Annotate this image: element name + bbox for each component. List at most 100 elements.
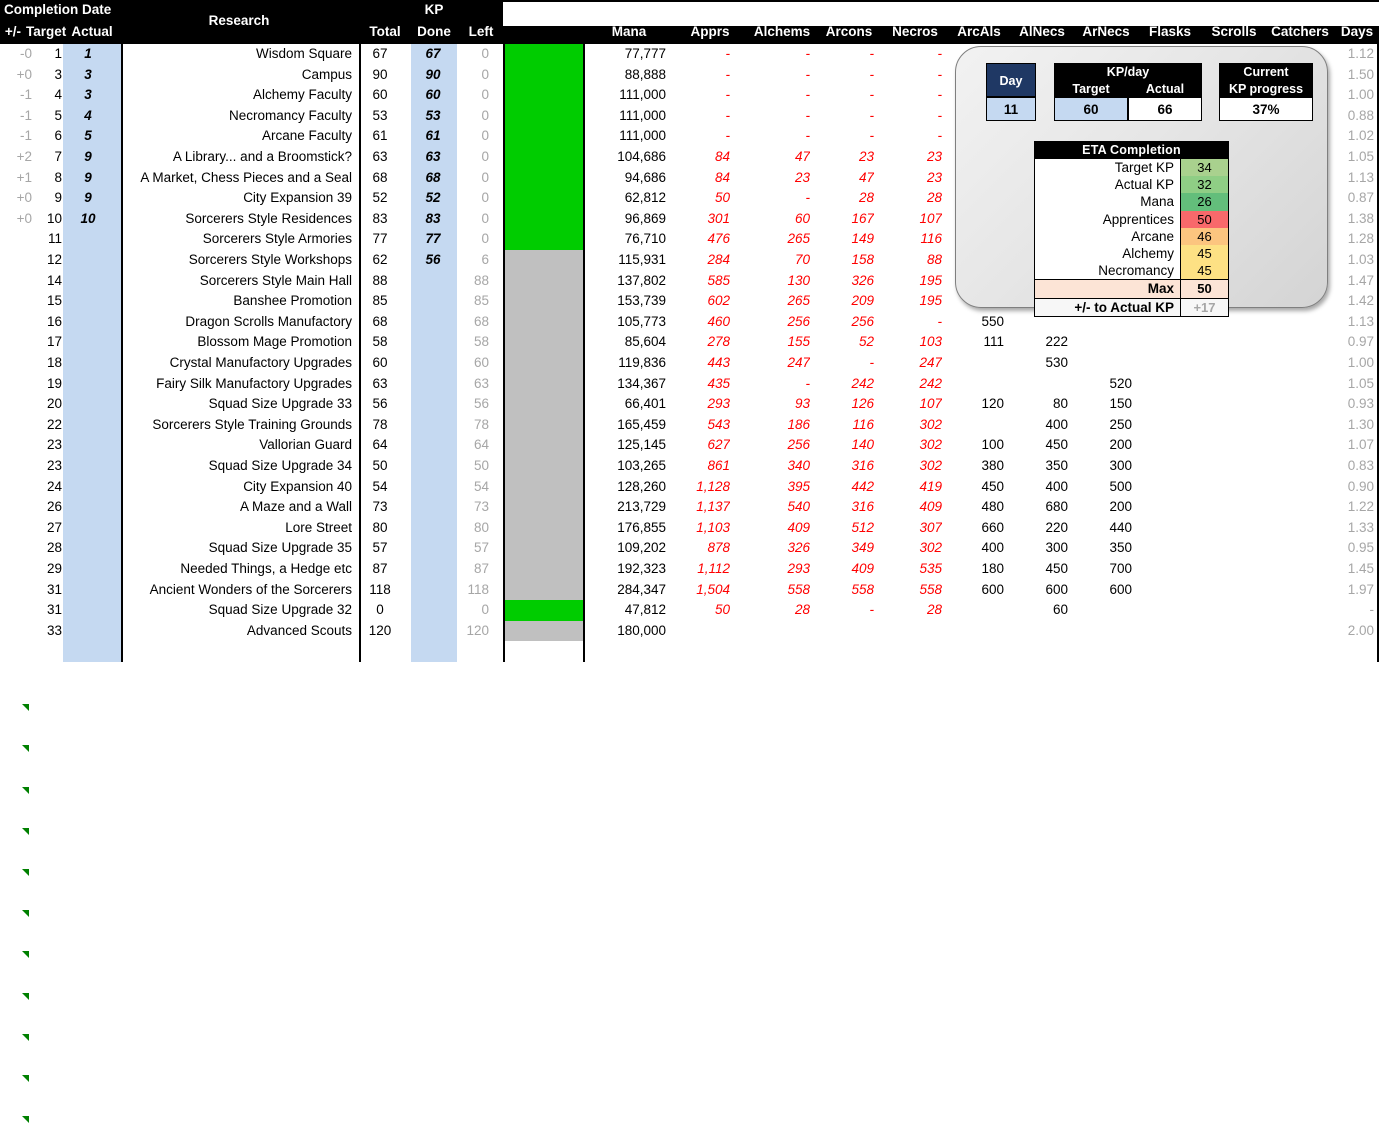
cell-kp-done[interactable]: 68 bbox=[411, 168, 455, 189]
cell-apprentices[interactable]: 1,504 bbox=[672, 580, 730, 601]
cell-mana[interactable]: 111,000 bbox=[592, 126, 666, 147]
cell-apprentices[interactable]: - bbox=[672, 126, 731, 147]
cell-actual-date[interactable]: 9 bbox=[66, 188, 110, 209]
cell-arcanists[interactable]: - bbox=[812, 600, 875, 621]
cell-days[interactable]: 1.30 bbox=[1330, 415, 1374, 436]
cell-kp-left[interactable]: 0 bbox=[455, 168, 489, 189]
comment-indicator-icon[interactable] bbox=[22, 704, 29, 712]
cell-arcane-necromancers[interactable]: 200 bbox=[1070, 497, 1132, 518]
cell-arcane-alchemists[interactable]: 380 bbox=[942, 456, 1004, 477]
cell-alchemists[interactable]: 23 bbox=[740, 168, 810, 189]
cell-arcane-alchemists[interactable]: 480 bbox=[942, 497, 1004, 518]
cell-arcanists[interactable]: 442 bbox=[812, 477, 874, 498]
cell-necromancers[interactable]: 195 bbox=[876, 271, 942, 292]
cell-arcane-alchemists[interactable]: 400 bbox=[942, 538, 1004, 559]
cell-arcanists[interactable]: 512 bbox=[812, 518, 874, 539]
cell-alchemists[interactable]: 155 bbox=[740, 332, 810, 353]
cell-mana[interactable]: 47,812 bbox=[592, 600, 666, 621]
cell-plusminus[interactable]: -1 bbox=[2, 126, 32, 147]
cell-actual-date[interactable]: 10 bbox=[66, 209, 110, 230]
cell-research-name[interactable]: Campus bbox=[128, 65, 352, 86]
cell-arcanists[interactable]: - bbox=[812, 353, 875, 374]
cell-alchemists[interactable]: 340 bbox=[740, 456, 810, 477]
cell-days[interactable]: 1.47 bbox=[1330, 271, 1374, 292]
cell-mana[interactable]: 94,686 bbox=[592, 168, 666, 189]
cell-alchemists[interactable]: 256 bbox=[740, 312, 810, 333]
cell-arcanists[interactable]: 47 bbox=[812, 168, 874, 189]
cell-days[interactable]: 0.97 bbox=[1330, 332, 1374, 353]
comment-indicator-icon[interactable] bbox=[22, 1075, 29, 1082]
cell-arcanists[interactable]: 116 bbox=[812, 415, 874, 436]
cell-research-name[interactable]: Squad Size Upgrade 34 bbox=[128, 456, 352, 477]
cell-apprentices[interactable]: 585 bbox=[672, 271, 730, 292]
cell-kp-left[interactable]: 56 bbox=[455, 394, 489, 415]
cell-arcane-alchemists[interactable]: 450 bbox=[942, 477, 1004, 498]
cell-days[interactable]: 1.42 bbox=[1330, 291, 1374, 312]
cell-arcane-alchemists[interactable]: 180 bbox=[942, 559, 1004, 580]
cell-kp-left[interactable]: 0 bbox=[455, 147, 489, 168]
cell-apprentices[interactable]: 602 bbox=[672, 291, 730, 312]
cell-target-date[interactable]: 31 bbox=[34, 580, 62, 601]
cell-mana[interactable]: 176,855 bbox=[592, 518, 666, 539]
cell-target-date[interactable]: 19 bbox=[34, 374, 62, 395]
cell-necromancers[interactable]: 88 bbox=[876, 250, 942, 271]
cell-apprentices[interactable]: - bbox=[672, 106, 731, 127]
cell-kp-total[interactable]: 60 bbox=[362, 353, 398, 374]
cell-alchemists[interactable]: 326 bbox=[740, 538, 810, 559]
cell-research-name[interactable]: Squad Size Upgrade 33 bbox=[128, 394, 352, 415]
cell-mana[interactable]: 180,000 bbox=[592, 621, 666, 642]
cell-apprentices[interactable]: 84 bbox=[672, 168, 730, 189]
comment-indicator-icon[interactable] bbox=[22, 992, 29, 1000]
cell-kp-done[interactable]: 53 bbox=[411, 106, 455, 127]
cell-target-date[interactable]: 4 bbox=[34, 85, 62, 106]
cell-kp-left[interactable]: 0 bbox=[455, 600, 489, 621]
cell-arcane-necromancers[interactable]: 700 bbox=[1070, 559, 1132, 580]
cell-arcanists[interactable]: 209 bbox=[812, 291, 874, 312]
cell-target-date[interactable]: 12 bbox=[34, 250, 62, 271]
cell-alchemist-necromancers[interactable]: 400 bbox=[1006, 477, 1068, 498]
cell-days[interactable]: 1.07 bbox=[1330, 435, 1374, 456]
cell-arcanists[interactable]: 409 bbox=[812, 559, 874, 580]
cell-alchemists[interactable]: 265 bbox=[740, 291, 810, 312]
cell-target-date[interactable]: 17 bbox=[34, 332, 62, 353]
cell-research-name[interactable]: Squad Size Upgrade 32 bbox=[128, 600, 352, 621]
cell-plusminus[interactable]: +1 bbox=[2, 168, 32, 189]
cell-kp-left[interactable]: 0 bbox=[455, 188, 489, 209]
cell-research-name[interactable]: Banshee Promotion bbox=[128, 291, 352, 312]
cell-kp-left[interactable]: 88 bbox=[455, 271, 489, 292]
cell-kp-left[interactable]: 50 bbox=[455, 456, 489, 477]
cell-apprentices[interactable]: 1,112 bbox=[672, 559, 730, 580]
progress-value[interactable]: 37% bbox=[1219, 97, 1313, 121]
cell-research-name[interactable]: Advanced Scouts bbox=[128, 621, 352, 642]
cell-research-name[interactable]: Alchemy Faculty bbox=[128, 85, 352, 106]
cell-alchemist-necromancers[interactable]: 222 bbox=[1006, 332, 1068, 353]
cell-days[interactable]: 1.50 bbox=[1330, 65, 1374, 86]
cell-target-date[interactable]: 7 bbox=[34, 147, 62, 168]
table-row[interactable]: 22 Sorcerers Style Training Grounds 78 78 16… bbox=[0, 415, 1379, 794]
cell-research-name[interactable]: Lore Street bbox=[128, 518, 352, 539]
cell-mana[interactable]: 111,000 bbox=[592, 106, 666, 127]
cell-arcanists[interactable]: 316 bbox=[812, 497, 874, 518]
cell-kp-left[interactable]: 120 bbox=[455, 621, 489, 642]
cell-mana[interactable]: 192,323 bbox=[592, 559, 666, 580]
cell-plusminus[interactable]: +0 bbox=[2, 65, 32, 86]
cell-days[interactable]: 1.38 bbox=[1330, 209, 1374, 230]
cell-apprentices[interactable]: 627 bbox=[672, 435, 730, 456]
cell-arcanists[interactable]: 52 bbox=[812, 332, 874, 353]
cell-necromancers[interactable]: 107 bbox=[876, 394, 942, 415]
cell-alchemist-necromancers[interactable]: 350 bbox=[1006, 456, 1068, 477]
cell-days[interactable]: 1.13 bbox=[1330, 312, 1374, 333]
cell-arcane-necromancers[interactable]: 440 bbox=[1070, 518, 1132, 539]
cell-mana[interactable]: 119,836 bbox=[592, 353, 666, 374]
cell-plusminus[interactable]: +0 bbox=[2, 209, 32, 230]
cell-alchemist-necromancers[interactable]: 450 bbox=[1006, 559, 1068, 580]
cell-target-date[interactable]: 26 bbox=[34, 497, 62, 518]
cell-arcanists[interactable]: - bbox=[812, 126, 875, 147]
cell-research-name[interactable]: Sorcerers Style Armories bbox=[128, 229, 352, 250]
cell-kp-done[interactable]: 52 bbox=[411, 188, 455, 209]
cell-kp-left[interactable]: 57 bbox=[455, 538, 489, 559]
cell-alchemists[interactable]: 247 bbox=[740, 353, 810, 374]
cell-alchemists[interactable]: 47 bbox=[740, 147, 810, 168]
cell-arcanists[interactable]: 316 bbox=[812, 456, 874, 477]
cell-kp-total[interactable]: 62 bbox=[362, 250, 398, 271]
